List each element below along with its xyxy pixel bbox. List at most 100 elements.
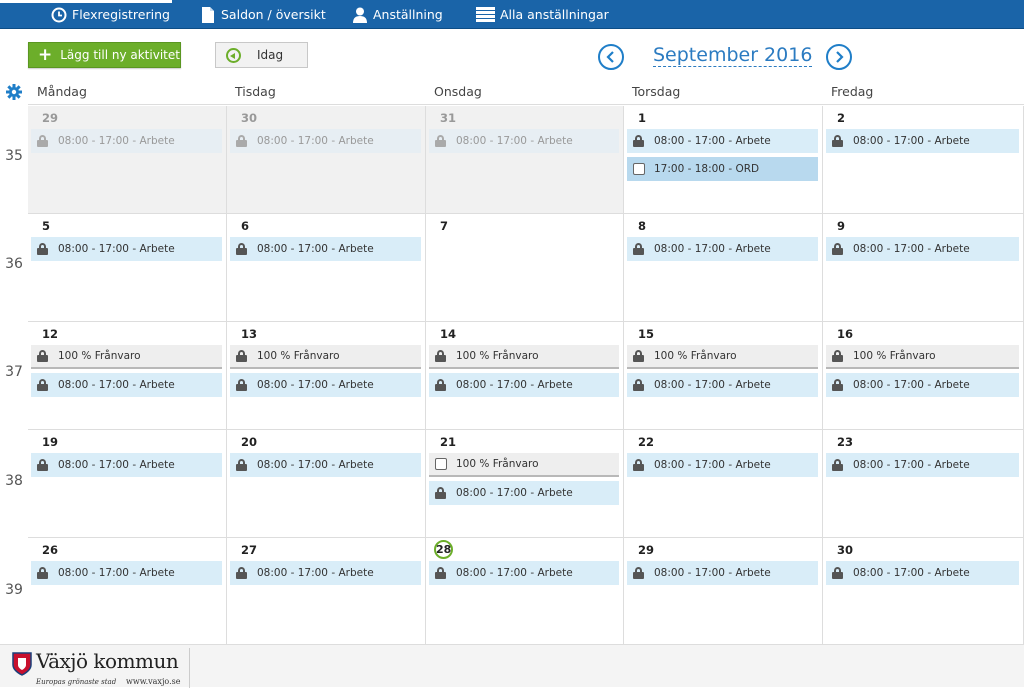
work-event[interactable]: 08:00 - 17:00 - Arbete — [230, 237, 421, 261]
day-cell-friday[interactable]: 30 08:00 - 17:00 - Arbete — [823, 538, 1024, 646]
day-number: 12 — [42, 327, 59, 341]
event-label: 08:00 - 17:00 - Arbete — [853, 135, 970, 147]
work-event[interactable]: 08:00 - 17:00 - Arbete — [230, 561, 421, 585]
day-cell-tuesday[interactable]: 6 08:00 - 17:00 - Arbete — [227, 214, 426, 322]
absence-event[interactable]: 100 % Frånvaro — [429, 345, 619, 369]
work-event[interactable]: 08:00 - 17:00 - Arbete — [826, 561, 1019, 585]
arrow-left-circle-icon — [226, 47, 241, 63]
day-cell-wednesday[interactable]: 14 100 % Frånvaro 08:00 - 17:00 - Arbete — [426, 322, 624, 430]
event-label: 100 % Frånvaro — [257, 350, 340, 362]
work-event[interactable]: 08:00 - 17:00 - Arbete — [31, 373, 222, 397]
day-cell-friday[interactable]: 2 08:00 - 17:00 - Arbete — [823, 106, 1024, 214]
nav-item-anstallning[interactable]: Anställning — [352, 0, 443, 29]
day-number: 5 — [42, 219, 51, 233]
absence-event[interactable]: 100 % Frånvaro — [31, 345, 222, 369]
user-icon — [352, 7, 368, 23]
work-event[interactable]: 08:00 - 17:00 - Arbete — [627, 129, 818, 153]
event-label: 08:00 - 17:00 - Arbete — [456, 379, 573, 391]
day-number: 23 — [837, 435, 854, 449]
day-cell-thursday[interactable]: 1 08:00 - 17:00 - Arbete 17:00 - 18:00 - O… — [624, 106, 823, 214]
work-event[interactable]: 08:00 - 17:00 - Arbete — [429, 561, 619, 585]
absence-event[interactable]: 100 % Frånvaro — [627, 345, 818, 369]
day-number: 26 — [42, 543, 59, 557]
day-cell-thursday[interactable]: 22 08:00 - 17:00 - Arbete — [624, 430, 823, 538]
today-button[interactable]: Idag — [215, 42, 308, 68]
work-event[interactable]: 08:00 - 17:00 - Arbete — [826, 373, 1019, 397]
day-cell-tuesday[interactable]: 13 100 % Frånvaro 08:00 - 17:00 - Arbete — [227, 322, 426, 430]
week-number: 37 — [5, 364, 23, 380]
lock-icon — [435, 350, 446, 362]
work-event[interactable]: 08:00 - 17:00 - Arbete — [31, 129, 222, 153]
lock-icon — [236, 379, 247, 391]
nav-item-flexregistrering[interactable]: Flexregistrering — [51, 0, 170, 29]
add-activity-button[interactable]: + Lägg till ny aktivitet — [28, 42, 181, 68]
lock-icon — [236, 243, 247, 255]
work-event[interactable]: 08:00 - 17:00 - Arbete — [230, 453, 421, 477]
work-event[interactable]: 08:00 - 17:00 - Arbete — [826, 237, 1019, 261]
day-number: 6 — [241, 219, 250, 233]
work-event[interactable]: 08:00 - 17:00 - Arbete — [230, 373, 421, 397]
work-event[interactable]: 08:00 - 17:00 - Arbete — [429, 481, 619, 505]
work-event[interactable]: 08:00 - 17:00 - Arbete — [826, 453, 1019, 477]
vaxjo-logo[interactable]: Växjö kommun Europas grönaste stad www.v… — [10, 648, 190, 688]
day-cell-wednesday[interactable]: 7 — [426, 214, 624, 322]
day-cell-wednesday[interactable]: 31 08:00 - 17:00 - Arbete — [426, 106, 624, 214]
lock-icon — [832, 379, 843, 391]
work-event[interactable]: 08:00 - 17:00 - Arbete — [230, 129, 421, 153]
day-number: 7 — [440, 219, 449, 233]
day-cell-thursday[interactable]: 8 08:00 - 17:00 - Arbete — [624, 214, 823, 322]
day-cell-wednesday[interactable]: 28 08:00 - 17:00 - Arbete — [426, 538, 624, 646]
event-label: 08:00 - 17:00 - Arbete — [654, 379, 771, 391]
next-month-button[interactable] — [826, 44, 852, 70]
work-event[interactable]: 08:00 - 17:00 - Arbete — [31, 561, 222, 585]
day-cell-monday[interactable]: 12 100 % Frånvaro 08:00 - 17:00 - Arbete — [28, 322, 227, 430]
lock-icon — [435, 567, 446, 579]
work-event[interactable]: 08:00 - 17:00 - Arbete — [627, 561, 818, 585]
lock-icon — [236, 350, 247, 362]
previous-month-button[interactable] — [598, 44, 624, 70]
day-cell-tuesday[interactable]: 20 08:00 - 17:00 - Arbete — [227, 430, 426, 538]
day-cell-friday[interactable]: 9 08:00 - 17:00 - Arbete — [823, 214, 1024, 322]
day-number: 30 — [241, 111, 258, 125]
work-event[interactable]: 08:00 - 17:00 - Arbete — [429, 129, 619, 153]
nav-item-alla-anstallningar[interactable]: Alla anställningar — [476, 0, 609, 29]
document-icon — [200, 6, 216, 23]
work-event[interactable]: 08:00 - 17:00 - Arbete — [627, 237, 818, 261]
absence-event[interactable]: 100 % Frånvaro — [429, 453, 619, 477]
event-label: 08:00 - 17:00 - Arbete — [58, 567, 175, 579]
day-cell-tuesday[interactable]: 30 08:00 - 17:00 - Arbete — [227, 106, 426, 214]
work-event[interactable]: 08:00 - 17:00 - Arbete — [826, 129, 1019, 153]
absence-event[interactable]: 100 % Frånvaro — [230, 345, 421, 369]
event-label: 08:00 - 17:00 - Arbete — [456, 567, 573, 579]
nav-item-label: Flexregistrering — [72, 7, 170, 22]
work-event[interactable]: 08:00 - 17:00 - Arbete — [627, 453, 818, 477]
lock-icon — [37, 135, 48, 147]
work-event[interactable]: 08:00 - 17:00 - Arbete — [429, 373, 619, 397]
day-cell-monday[interactable]: 26 08:00 - 17:00 - Arbete — [28, 538, 227, 646]
work-event[interactable]: 08:00 - 17:00 - Arbete — [627, 373, 818, 397]
day-cell-wednesday[interactable]: 21 100 % Frånvaro 08:00 - 17:00 - Arbete — [426, 430, 624, 538]
gear-icon[interactable] — [6, 84, 22, 100]
event-label: 08:00 - 17:00 - Arbete — [654, 243, 771, 255]
day-cell-friday[interactable]: 16 100 % Frånvaro 08:00 - 17:00 - Arbete — [823, 322, 1024, 430]
day-cell-monday[interactable]: 29 08:00 - 17:00 - Arbete — [28, 106, 227, 214]
lock-icon — [832, 243, 843, 255]
day-cell-friday[interactable]: 23 08:00 - 17:00 - Arbete — [823, 430, 1024, 538]
work-event[interactable]: 08:00 - 17:00 - Arbete — [31, 453, 222, 477]
checkbox-icon — [435, 458, 447, 470]
day-cell-monday[interactable]: 5 08:00 - 17:00 - Arbete — [28, 214, 227, 322]
ord-event[interactable]: 17:00 - 18:00 - ORD — [627, 157, 818, 181]
month-title[interactable]: September 2016 — [653, 44, 813, 67]
work-event[interactable]: 08:00 - 17:00 - Arbete — [31, 237, 222, 261]
event-label: 08:00 - 17:00 - Arbete — [456, 135, 573, 147]
absence-event[interactable]: 100 % Frånvaro — [826, 345, 1019, 369]
day-number: 16 — [837, 327, 854, 341]
nav-item-saldon[interactable]: Saldon / översikt — [200, 0, 326, 29]
day-cell-thursday[interactable]: 29 08:00 - 17:00 - Arbete — [624, 538, 823, 646]
lock-icon — [37, 459, 48, 471]
day-cell-monday[interactable]: 19 08:00 - 17:00 - Arbete — [28, 430, 227, 538]
lock-icon — [832, 135, 843, 147]
day-cell-tuesday[interactable]: 27 08:00 - 17:00 - Arbete — [227, 538, 426, 646]
day-cell-thursday[interactable]: 15 100 % Frånvaro 08:00 - 17:00 - Arbete — [624, 322, 823, 430]
event-label: 08:00 - 17:00 - Arbete — [58, 459, 175, 471]
